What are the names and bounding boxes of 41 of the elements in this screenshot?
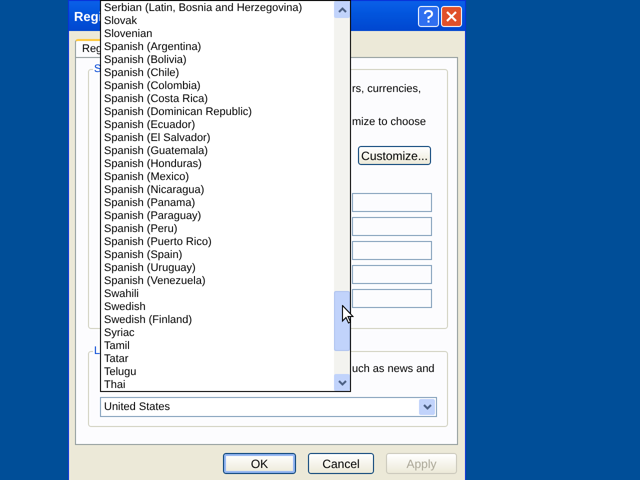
list-item[interactable]: Spanish (Puerto Rico) — [104, 236, 212, 249]
list-item[interactable]: Telugu — [104, 366, 136, 379]
help-button[interactable] — [418, 6, 439, 26]
list-item[interactable]: Spanish (Chile) — [104, 67, 180, 80]
list-item[interactable]: Swedish (Finland) — [104, 314, 192, 327]
list-item[interactable]: Swedish — [104, 301, 146, 314]
description-text: rs, currencies, — [352, 83, 422, 95]
list-item[interactable]: Spanish (Ecuador) — [104, 119, 196, 132]
list-item[interactable]: Spanish (Venezuela) — [104, 275, 206, 288]
list-item[interactable]: Serbian (Latin, Bosnia and Herzegovina) — [104, 2, 302, 15]
list-item[interactable]: Spanish (Spain) — [104, 249, 182, 262]
scrollbar[interactable] — [334, 1, 350, 391]
list-item[interactable]: Syriac — [104, 327, 135, 340]
list-item[interactable]: Spanish (Paraguay) — [104, 210, 202, 223]
customize-button[interactable]: Customize... — [358, 146, 431, 165]
list-item[interactable]: Thai — [104, 379, 126, 391]
list-item[interactable]: Spanish (Guatemala) — [104, 145, 208, 158]
list-item[interactable]: Spanish (Panama) — [104, 197, 196, 210]
dialog-button[interactable]: OK — [223, 453, 296, 474]
group-label: L — [93, 345, 102, 357]
list-item[interactable]: Spanish (Costa Rica) — [104, 93, 208, 106]
close-icon — [446, 10, 457, 22]
list-item[interactable]: Spanish (Nicaragua) — [104, 184, 204, 197]
list-item[interactable]: Spanish (Uruguay) — [104, 262, 196, 275]
list-item[interactable]: Slovak — [104, 15, 138, 28]
list-item[interactable]: Spanish (Honduras) — [104, 158, 202, 171]
list-item[interactable]: Spanish (El Salvador) — [104, 132, 210, 145]
list-item[interactable]: Tamil — [104, 340, 130, 353]
dialog-button[interactable]: Cancel — [308, 453, 374, 474]
list-item[interactable]: Spanish (Peru) — [104, 223, 178, 236]
description-text: mize to choose — [352, 116, 426, 128]
list-item[interactable]: Spanish (Dominican Republic) — [104, 106, 252, 119]
list-item[interactable]: Swahili — [104, 288, 139, 301]
list-item[interactable]: Tatar — [104, 353, 128, 366]
location-dropdown[interactable]: United States — [100, 397, 437, 417]
help-icon — [424, 10, 433, 22]
description-text: uch as news and — [352, 363, 436, 375]
list-item[interactable]: Spanish (Colombia) — [104, 80, 201, 93]
list-item[interactable]: Slovenian — [104, 28, 152, 41]
list-item[interactable]: Spanish (Mexico) — [104, 171, 189, 184]
close-button[interactable] — [441, 6, 462, 26]
